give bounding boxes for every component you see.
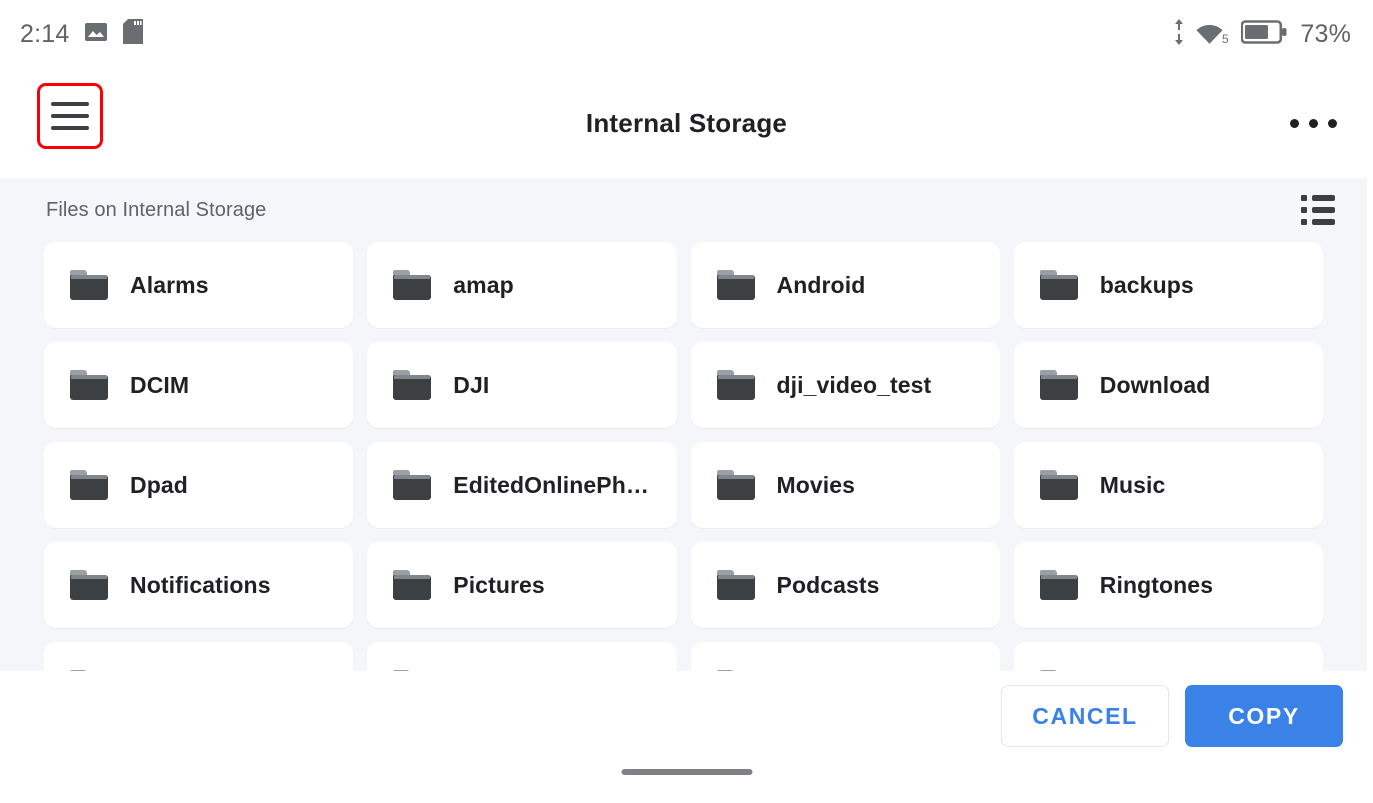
folder-card[interactable]: Pictures [367, 542, 677, 628]
cancel-button[interactable]: CANCEL [1001, 685, 1169, 747]
battery-icon [1240, 19, 1287, 49]
folder-icon [1039, 370, 1078, 400]
folder-card[interactable]: DJI [367, 342, 677, 428]
wifi-icon: 5 [1196, 19, 1230, 50]
folder-grid: Alarms amap Android backups DCIM DJI dji_video… [0, 242, 1367, 671]
status-time: 2:14 [20, 19, 70, 48]
folder-name-label: Podcasts [776, 571, 880, 598]
battery-percent: 73% [1300, 19, 1351, 48]
folder-name-label: EditedOnlinePh… [453, 471, 649, 498]
folder-card[interactable] [44, 642, 354, 671]
overflow-menu-icon [1289, 118, 1299, 128]
folder-icon [716, 470, 755, 500]
folder-icon [393, 470, 432, 500]
status-bar-right: 5 73% [1173, 18, 1351, 50]
folder-icon [716, 570, 755, 600]
folder-card[interactable]: Notifications [44, 542, 354, 628]
app-bar: Internal Storage [0, 68, 1373, 178]
folder-icon [393, 370, 432, 400]
svg-text:5: 5 [1222, 32, 1229, 45]
folder-card[interactable]: Alarms [44, 242, 354, 328]
folder-icon [1039, 470, 1078, 500]
folder-card[interactable]: Download [1013, 342, 1323, 428]
folder-name-label: Pictures [453, 571, 545, 598]
folder-name-label: Ringtones [1099, 571, 1214, 598]
folder-icon [70, 470, 108, 500]
folder-name-label: Download [1099, 371, 1211, 398]
folder-card[interactable]: backups [1013, 242, 1323, 328]
status-bar-left: 2:14 [20, 19, 144, 49]
file-picker-panel: Files on Internal Storage Alarms amap Andr… [0, 178, 1367, 671]
panel-header: Files on Internal Storage [0, 178, 1367, 242]
list-view-toggle-button[interactable] [1297, 191, 1339, 229]
copy-button[interactable]: COPY [1185, 685, 1343, 747]
hamburger-menu-icon [51, 102, 89, 130]
folder-name-label: Music [1099, 471, 1166, 498]
folder-card[interactable]: EditedOnlinePh… [367, 442, 677, 528]
folder-card[interactable] [367, 642, 677, 671]
folder-name-label: Dpad [130, 471, 188, 498]
folder-name-label: dji_video_test [776, 371, 932, 398]
folder-name-label: backups [1099, 271, 1194, 298]
image-icon [84, 20, 108, 49]
folder-card[interactable]: dji_video_test [690, 342, 1000, 428]
folder-icon [393, 570, 432, 600]
folder-icon [70, 370, 108, 400]
folder-card[interactable] [1013, 642, 1323, 671]
folder-icon [1039, 570, 1078, 600]
folder-icon [716, 370, 755, 400]
folder-icon [70, 570, 108, 600]
folder-icon [716, 270, 755, 300]
folder-card[interactable]: DCIM [44, 342, 354, 428]
folder-name-label: DCIM [130, 371, 190, 398]
folder-card[interactable]: Podcasts [690, 542, 1000, 628]
folder-card[interactable]: Movies [690, 442, 1000, 528]
phone-screen: 2:14 5 73% Internal Storage Files on Int… [0, 0, 1373, 803]
page-title: Internal Storage [585, 107, 788, 138]
folder-icon [70, 270, 108, 300]
hamburger-menu-button[interactable] [37, 83, 103, 149]
list-view-icon [1301, 195, 1335, 225]
data-transfer-icon [1173, 18, 1185, 50]
folder-name-label: Alarms [130, 271, 209, 298]
status-bar: 2:14 5 73% [0, 0, 1373, 68]
folder-card[interactable]: Dpad [44, 442, 354, 528]
folder-name-label: Notifications [130, 571, 271, 598]
folder-card[interactable] [690, 642, 1000, 671]
folder-name-label: DJI [453, 371, 490, 398]
panel-subtitle: Files on Internal Storage [46, 198, 267, 221]
folder-name-label: amap [453, 271, 514, 298]
folder-card[interactable]: Ringtones [1013, 542, 1323, 628]
overflow-menu-button[interactable] [1283, 106, 1343, 140]
folder-card[interactable]: Music [1013, 442, 1323, 528]
home-indicator[interactable] [621, 769, 752, 775]
folder-name-label: Movies [776, 471, 856, 498]
sd-card-icon [123, 19, 144, 49]
dialog-actions: CANCEL COPY [0, 671, 1373, 761]
folder-name-label: Android [776, 271, 866, 298]
folder-card[interactable]: Android [690, 242, 1000, 328]
folder-icon [393, 270, 432, 300]
folder-icon [1039, 270, 1078, 300]
folder-card[interactable]: amap [367, 242, 677, 328]
